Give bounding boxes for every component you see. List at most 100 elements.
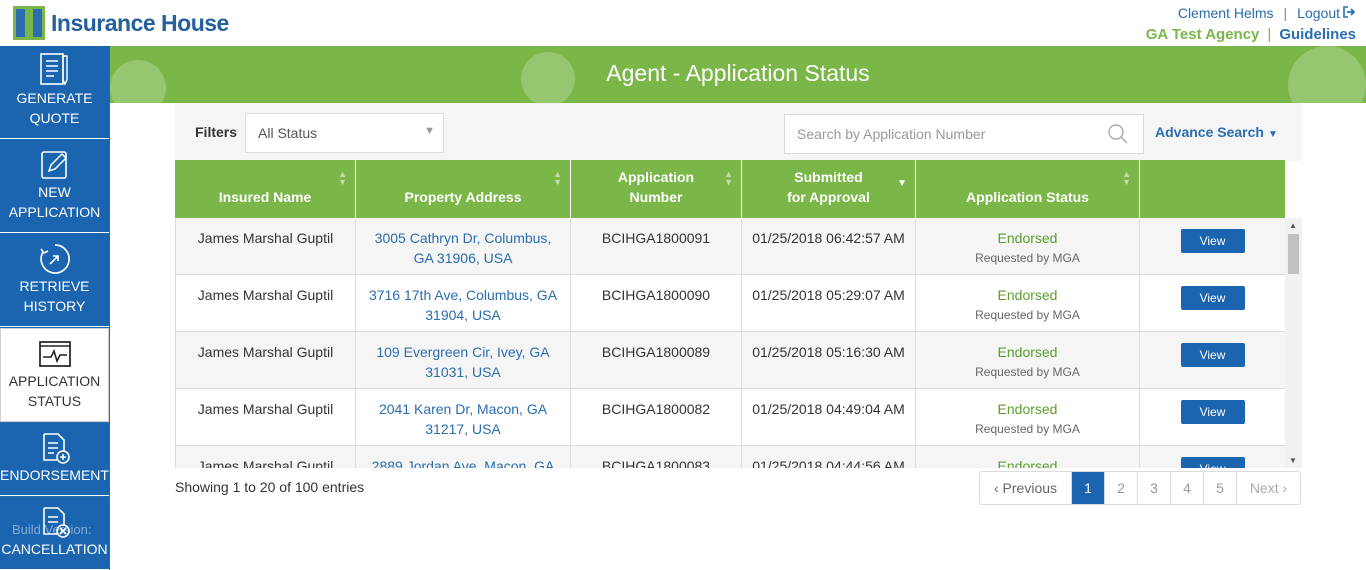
insured-name-cell: James Marshal Guptil: [176, 332, 356, 388]
property-address-link[interactable]: 2889 Jordan Ave, Macon, GA: [356, 446, 571, 468]
advance-search-toggle[interactable]: Advance Search ▼: [1155, 124, 1278, 140]
sidebar-item-new-application[interactable]: NEW APPLICATION: [0, 140, 109, 233]
top-header: Insurance House Clement Helms | Logout G…: [0, 0, 1366, 46]
actions-cell: View: [1140, 446, 1285, 468]
view-button[interactable]: View: [1180, 229, 1245, 253]
sort-icon: ▲ ▼: [553, 169, 562, 187]
sort-icon: ▲ ▼: [338, 169, 347, 187]
property-address-link[interactable]: 3005 Cathryn Dr, Columbus, GA 31906, USA: [356, 218, 571, 274]
user-links: Clement Helms | Logout: [1178, 5, 1356, 21]
filter-bar: Filters All Status ▼ Search by Applicati…: [175, 103, 1302, 161]
requested-by-text: Requested by MGA: [975, 422, 1080, 436]
page-button-1[interactable]: 1: [1072, 472, 1105, 504]
sidebar-item-label: CANCELLATION: [1, 541, 108, 557]
column-header-submitted[interactable]: Submitted for Approval ▼: [742, 160, 916, 218]
pagination: ‹ Previous 1 2 3 4 5 Next ›: [979, 471, 1301, 505]
search-placeholder: Search by Application Number: [797, 126, 986, 142]
guidelines-link[interactable]: Guidelines: [1279, 26, 1356, 43]
table-header: Insured Name ▲ ▼ Property Address ▲ ▼ Appl…: [175, 160, 1285, 218]
view-button[interactable]: View: [1180, 457, 1245, 468]
insured-name-cell: James Marshal Guptil: [176, 446, 356, 468]
submitted-date-cell: 01/25/2018 04:49:04 AM: [742, 389, 916, 445]
application-number-cell: BCIHGA1800083: [571, 446, 742, 468]
column-header-application-status[interactable]: Application Status ▲ ▼: [916, 160, 1140, 218]
view-button[interactable]: View: [1180, 286, 1245, 310]
scroll-up-arrow-icon[interactable]: ▲: [1289, 221, 1297, 230]
sort-icon: ▲ ▼: [724, 169, 733, 187]
previous-label: Previous: [1002, 480, 1058, 496]
document-add-icon: [42, 433, 70, 464]
actions-cell: View: [1140, 275, 1285, 331]
logout-icon[interactable]: [1343, 5, 1356, 21]
column-header-label: Property Address: [404, 189, 522, 205]
property-address-link[interactable]: 109 Evergreen Cir, Ivey, GA 31031, USA: [356, 332, 571, 388]
insured-name-cell: James Marshal Guptil: [176, 218, 356, 274]
agency-name: GA Test Agency: [1145, 26, 1260, 43]
sort-icon: ▲ ▼: [1122, 169, 1131, 187]
logout-link[interactable]: Logout: [1297, 5, 1340, 21]
sidebar-item-retrieve-history[interactable]: RETRIEVE HISTORY: [0, 234, 109, 327]
column-header-actions: [1140, 160, 1285, 218]
brand-logo[interactable]: Insurance House: [13, 6, 229, 40]
page-title: Agent - Application Status: [606, 60, 870, 86]
table-row: James Marshal Guptil 3005 Cathryn Dr, Co…: [175, 218, 1285, 275]
entries-info: Showing 1 to 20 of 100 entries: [175, 479, 365, 495]
table-row: James Marshal Guptil 3716 17th Ave, Colu…: [175, 275, 1285, 332]
submitted-date-cell: 01/25/2018 05:16:30 AM: [742, 332, 916, 388]
page-button-5[interactable]: 5: [1204, 472, 1237, 504]
requested-by-text: Requested by MGA: [975, 251, 1080, 265]
status-text: Endorsed: [997, 230, 1058, 246]
requested-by-text: Requested by MGA: [975, 308, 1080, 322]
view-button[interactable]: View: [1180, 343, 1245, 367]
chevron-right-icon: ›: [1282, 480, 1288, 496]
column-header-insured-name[interactable]: Insured Name ▲ ▼: [175, 160, 356, 218]
brand-name: Insurance House: [51, 9, 229, 36]
page-banner: Agent - Application Status: [110, 46, 1366, 103]
user-name-link[interactable]: Clement Helms: [1178, 5, 1274, 21]
sort-desc-icon: ▼: [897, 178, 907, 189]
column-header-label: Application Status: [966, 189, 1089, 205]
applications-table: Insured Name ▲ ▼ Property Address ▲ ▼ Appl…: [175, 160, 1302, 468]
page-button-2[interactable]: 2: [1105, 472, 1138, 504]
page-button-4[interactable]: 4: [1171, 472, 1204, 504]
application-search-input[interactable]: Search by Application Number: [784, 114, 1144, 154]
table-row: James Marshal Guptil 109 Evergreen Cir, …: [175, 332, 1285, 389]
quote-document-icon: [39, 53, 68, 86]
previous-page-button[interactable]: ‹ Previous: [980, 472, 1072, 504]
application-number-cell: BCIHGA1800091: [571, 218, 742, 274]
scroll-thumb[interactable]: [1288, 234, 1299, 274]
status-text: Endorsed: [997, 401, 1058, 417]
separator: |: [1283, 5, 1288, 21]
insured-name-cell: James Marshal Guptil: [176, 389, 356, 445]
sidebar-item-generate-quote[interactable]: GENERATE QUOTE: [0, 46, 109, 139]
status-filter-value: All Status: [258, 125, 318, 141]
caret-down-icon: ▼: [424, 125, 435, 137]
scroll-down-arrow-icon[interactable]: ▼: [1289, 456, 1297, 465]
application-number-cell: BCIHGA1800089: [571, 332, 742, 388]
requested-by-text: Requested by MGA: [975, 365, 1080, 379]
status-text: Endorsed: [997, 344, 1058, 360]
property-address-link[interactable]: 2041 Karen Dr, Macon, GA 31217, USA: [356, 389, 571, 445]
advance-search-label: Advance Search: [1155, 124, 1264, 140]
table-scrollbar[interactable]: ▲ ▼: [1285, 218, 1302, 468]
sidebar-item-label: RETRIEVE HISTORY: [19, 278, 90, 314]
submitted-date-cell: 01/25/2018 06:42:57 AM: [742, 218, 916, 274]
agency-links: GA Test Agency | Guidelines: [1146, 26, 1356, 43]
insured-name-cell: James Marshal Guptil: [176, 275, 356, 331]
table-row: James Marshal Guptil 2889 Jordan Ave, Ma…: [175, 446, 1285, 468]
property-address-link[interactable]: 3716 17th Ave, Columbus, GA 31904, USA: [356, 275, 571, 331]
application-status-cell: Endorsed: [916, 446, 1140, 468]
sidebar-item-label: ENDORSEMENT: [0, 467, 109, 483]
search-icon[interactable]: [1107, 124, 1129, 144]
page-button-3[interactable]: 3: [1138, 472, 1171, 504]
edit-document-icon: [40, 151, 67, 179]
status-filter-select[interactable]: All Status ▼: [245, 113, 444, 153]
sidebar-item-endorsement[interactable]: ENDORSEMENT: [0, 423, 109, 496]
logo-mark-icon: [13, 6, 45, 40]
sidebar-item-application-status[interactable]: APPLICATION STATUS: [0, 328, 109, 422]
column-header-property-address[interactable]: Property Address ▲ ▼: [356, 160, 571, 218]
actions-cell: View: [1140, 218, 1285, 274]
view-button[interactable]: View: [1180, 400, 1245, 424]
column-header-application-number[interactable]: Application Number ▲ ▼: [571, 160, 742, 218]
next-page-button[interactable]: Next ›: [1237, 472, 1300, 504]
